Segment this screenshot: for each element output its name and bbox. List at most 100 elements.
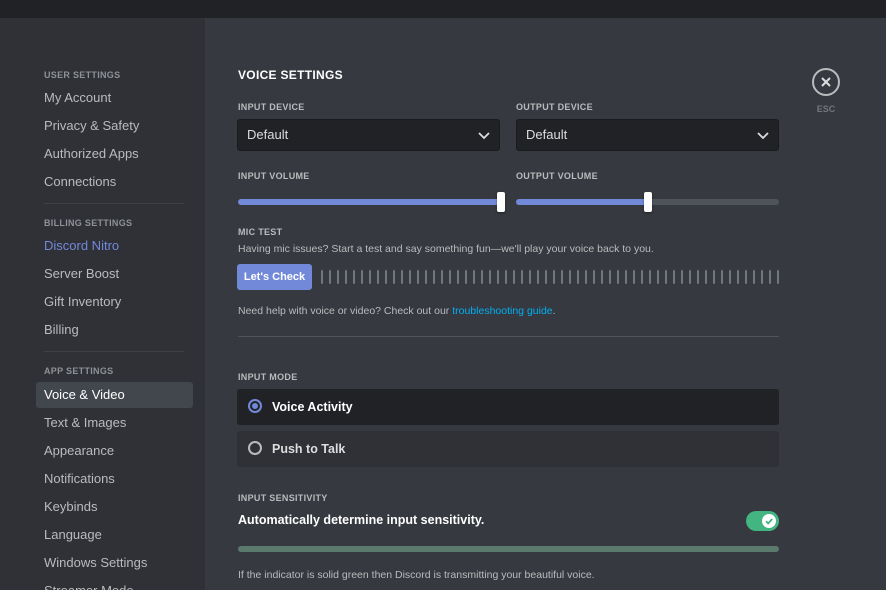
sidebar-item-windows-settings[interactable]: Windows Settings	[36, 550, 193, 576]
sidebar-item-keybinds[interactable]: Keybinds	[36, 494, 193, 520]
meter-tick	[401, 270, 403, 284]
input-mode-label: INPUT MODE	[238, 372, 298, 382]
section-divider	[238, 336, 779, 337]
meter-tick	[617, 270, 619, 284]
meter-tick	[649, 270, 651, 284]
meter-tick	[633, 270, 635, 284]
meter-tick	[753, 270, 755, 284]
sidebar-item-my-account[interactable]: My Account	[36, 85, 193, 111]
meter-tick	[777, 270, 779, 284]
meter-tick	[665, 270, 667, 284]
output-device-select[interactable]: Default	[516, 119, 779, 151]
meter-tick	[473, 270, 475, 284]
mic-test-description: Having mic issues? Start a test and say …	[238, 243, 654, 255]
sidebar-header-app-settings: APP SETTINGS	[44, 366, 114, 376]
meter-tick	[345, 270, 347, 284]
meter-tick	[673, 270, 675, 284]
push-to-talk-label: Push to Talk	[272, 442, 346, 456]
troubleshooting-guide-link[interactable]: troubleshooting guide	[452, 305, 552, 317]
meter-tick	[513, 270, 515, 284]
meter-tick	[697, 270, 699, 284]
toggle-knob	[762, 514, 776, 528]
voice-activity-option[interactable]: Voice Activity	[237, 389, 779, 425]
meter-tick	[433, 270, 435, 284]
meter-tick	[337, 270, 339, 284]
meter-tick	[729, 270, 731, 284]
help-text: Need help with voice or video? Check out…	[238, 305, 556, 317]
sidebar-item-authorized-apps[interactable]: Authorized Apps	[36, 141, 193, 167]
meter-tick	[497, 270, 499, 284]
input-device-value: Default	[247, 127, 289, 142]
meter-tick	[601, 270, 603, 284]
meter-tick	[369, 270, 371, 284]
lets-check-button[interactable]: Let's Check	[237, 264, 312, 290]
meter-tick	[737, 270, 739, 284]
meter-tick	[425, 270, 427, 284]
window-titlebar	[0, 0, 886, 18]
push-to-talk-option[interactable]: Push to Talk	[237, 431, 779, 467]
meter-tick	[353, 270, 355, 284]
sidebar-header-user-settings: USER SETTINGS	[44, 70, 121, 80]
meter-tick	[393, 270, 395, 284]
sidebar-item-notifications[interactable]: Notifications	[36, 466, 193, 492]
sidebar-item-server-boost[interactable]: Server Boost	[36, 261, 193, 287]
meter-tick	[521, 270, 523, 284]
help-text-prefix: Need help with voice or video? Check out…	[238, 305, 453, 317]
sidebar-item-voice-video[interactable]: Voice & Video	[36, 382, 193, 408]
meter-tick	[681, 270, 683, 284]
output-volume-handle[interactable]	[643, 192, 652, 212]
close-icon	[821, 77, 831, 87]
output-device-value: Default	[526, 127, 568, 142]
sidebar-item-gift-inventory[interactable]: Gift Inventory	[36, 289, 193, 315]
meter-tick	[745, 270, 747, 284]
meter-tick	[377, 270, 379, 284]
settings-sidebar: USER SETTINGS My Account Privacy & Safet…	[0, 18, 205, 590]
sidebar-separator	[44, 203, 184, 204]
voice-activity-label: Voice Activity	[272, 400, 353, 414]
meter-tick	[553, 270, 555, 284]
close-settings-button[interactable]	[812, 68, 840, 96]
meter-tick	[569, 270, 571, 284]
sidebar-item-streamer-mode[interactable]: Streamer Mode	[36, 578, 193, 590]
sidebar-item-appearance[interactable]: Appearance	[36, 438, 193, 464]
meter-tick	[385, 270, 387, 284]
esc-label: ESC	[816, 104, 836, 114]
meter-tick	[449, 270, 451, 284]
sensitivity-note: If the indicator is solid green then Dis…	[238, 569, 595, 581]
meter-tick	[457, 270, 459, 284]
page-title: VOICE SETTINGS	[238, 68, 343, 82]
input-volume-handle[interactable]	[497, 192, 505, 212]
input-device-label: INPUT DEVICE	[238, 102, 305, 112]
mic-test-label: MIC TEST	[238, 227, 283, 237]
meter-tick	[657, 270, 659, 284]
meter-tick	[721, 270, 723, 284]
input-device-select[interactable]: Default	[237, 119, 500, 151]
meter-tick	[577, 270, 579, 284]
meter-tick	[465, 270, 467, 284]
meter-tick	[625, 270, 627, 284]
meter-tick	[489, 270, 491, 284]
output-volume-fill	[516, 199, 648, 205]
output-volume-slider[interactable]	[516, 192, 779, 212]
meter-tick	[769, 270, 771, 284]
input-volume-fill	[238, 199, 501, 205]
mic-level-meter	[321, 270, 781, 284]
checkmark-icon	[765, 518, 773, 525]
input-volume-slider[interactable]	[238, 192, 505, 212]
sidebar-header-billing-settings: BILLING SETTINGS	[44, 218, 133, 228]
meter-tick	[361, 270, 363, 284]
sidebar-item-language[interactable]: Language	[36, 522, 193, 548]
meter-tick	[329, 270, 331, 284]
sidebar-item-billing[interactable]: Billing	[36, 317, 193, 343]
meter-tick	[417, 270, 419, 284]
meter-tick	[609, 270, 611, 284]
meter-tick	[505, 270, 507, 284]
sidebar-item-connections[interactable]: Connections	[36, 169, 193, 195]
sidebar-item-discord-nitro[interactable]: Discord Nitro	[36, 233, 193, 259]
meter-tick	[537, 270, 539, 284]
meter-tick	[689, 270, 691, 284]
help-text-suffix: .	[552, 305, 556, 317]
sidebar-item-text-images[interactable]: Text & Images	[36, 410, 193, 436]
sidebar-item-privacy-safety[interactable]: Privacy & Safety	[36, 113, 193, 139]
auto-sensitivity-toggle[interactable]	[746, 511, 779, 531]
